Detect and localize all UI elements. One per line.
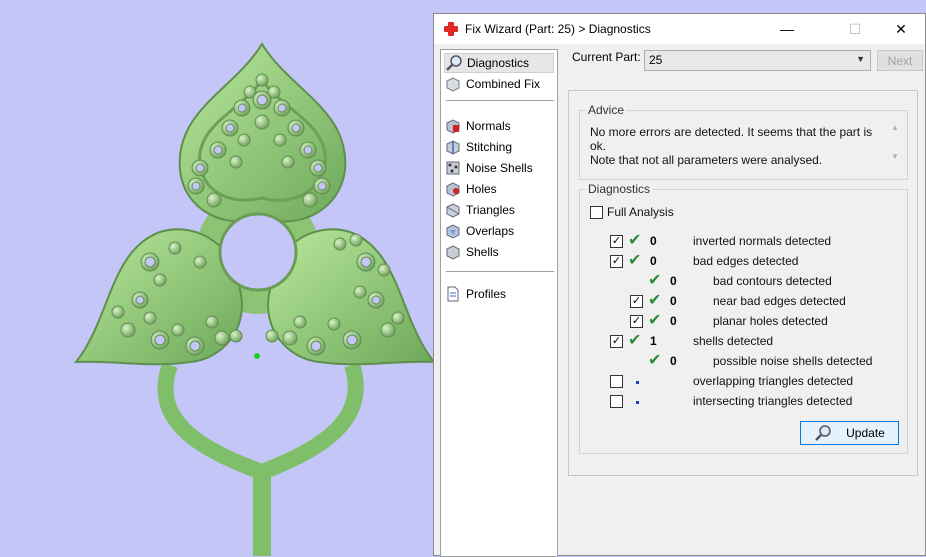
- not-analysed-dot-icon: [636, 401, 639, 404]
- ok-check-icon: ✔: [628, 232, 642, 249]
- noise-shells-icon: [446, 161, 460, 175]
- full-analysis-label: Full Analysis: [607, 205, 674, 219]
- next-label: Next: [887, 53, 913, 68]
- planar-holes-label: planar holes detected: [713, 314, 828, 328]
- title-bar[interactable]: Fix Wizard (Part: 25) > Diagnostics — ☐ …: [434, 14, 925, 44]
- nav-item-triangles[interactable]: Triangles: [444, 200, 554, 220]
- bad-edges-checkbox[interactable]: ✓: [610, 255, 623, 268]
- holes-icon: [446, 182, 460, 197]
- nav-label: Overlaps: [466, 224, 515, 238]
- noise-shells-count: 0: [670, 354, 677, 368]
- update-button[interactable]: Update: [800, 421, 899, 445]
- planar-holes-checkbox[interactable]: ✓: [630, 315, 643, 328]
- ok-check-icon: ✔: [648, 272, 662, 289]
- nav-separator: [446, 271, 554, 272]
- intersecting-triangles-label: intersecting triangles detected: [693, 394, 853, 408]
- ok-check-icon: ✔: [628, 332, 642, 349]
- advice-line-2: Note that not all parameters were analys…: [590, 153, 823, 167]
- nav-label: Diagnostics: [467, 56, 530, 70]
- nav-label: Holes: [466, 182, 497, 196]
- advice-legend: Advice: [586, 103, 627, 117]
- diagnostics-legend: Diagnostics: [586, 182, 653, 196]
- nav-label: Stitching: [466, 140, 513, 154]
- nav-item-overlaps[interactable]: Overlaps: [444, 221, 554, 241]
- update-label: Update: [846, 426, 885, 440]
- stitching-icon: [446, 140, 460, 155]
- shells-checkbox[interactable]: ✓: [610, 335, 623, 348]
- ok-check-icon: ✔: [648, 292, 662, 309]
- nav-item-normals[interactable]: Normals: [444, 116, 554, 136]
- advice-text: No more errors are detected. It seems th…: [590, 125, 880, 167]
- nav-label: Combined Fix: [466, 77, 541, 91]
- minimize-button[interactable]: —: [764, 14, 810, 44]
- diagnostics-group: Diagnostics Full Analysis ✓ ✔ 0 inverted…: [579, 182, 908, 454]
- fix-wizard-dialog: Fix Wizard (Part: 25) > Diagnostics — ☐ …: [433, 13, 926, 557]
- inverted-normals-count: 0: [650, 234, 657, 248]
- shells-icon: [446, 245, 460, 260]
- nav-label: Noise Shells: [466, 161, 533, 175]
- scroll-down-icon[interactable]: ▼: [889, 152, 901, 161]
- advice-line-1: No more errors are detected. It seems th…: [590, 125, 873, 153]
- nav-item-diagnostics[interactable]: Diagnostics: [444, 53, 554, 73]
- intersecting-triangles-checkbox[interactable]: [610, 395, 623, 408]
- full-analysis-checkbox[interactable]: [590, 206, 603, 219]
- ring-model: [73, 42, 434, 556]
- diagnostics-page: Current Part: 25 ▼ Next Advice No more e…: [568, 44, 923, 476]
- ok-check-icon: ✔: [648, 312, 662, 329]
- shells-label: shells detected: [693, 334, 774, 348]
- bad-contours-label: bad contours detected: [713, 274, 832, 288]
- diagnostics-panel: Advice No more errors are detected. It s…: [568, 90, 918, 476]
- nav-label: Shells: [466, 245, 499, 259]
- nav-separator: [446, 100, 554, 101]
- nav-item-profiles[interactable]: Profiles: [444, 284, 554, 304]
- maximize-button[interactable]: ☐: [832, 14, 878, 44]
- nav-item-stitching[interactable]: Stitching: [444, 137, 554, 157]
- bad-edges-count: 0: [650, 254, 657, 268]
- scroll-up-icon[interactable]: ▲: [889, 123, 901, 132]
- current-part-value: 25: [649, 53, 663, 67]
- bad-edges-label: bad edges detected: [693, 254, 799, 268]
- wizard-navigation: Diagnostics Combined Fix Normals Stitchi…: [440, 49, 558, 557]
- inverted-normals-checkbox[interactable]: ✓: [610, 235, 623, 248]
- ok-check-icon: ✔: [648, 352, 662, 369]
- current-part-select[interactable]: 25 ▼: [644, 50, 871, 71]
- shells-count: 1: [650, 334, 657, 348]
- magnifier-icon: [446, 55, 462, 71]
- triangles-icon: [446, 203, 460, 218]
- advice-group: Advice No more errors are detected. It s…: [579, 103, 908, 180]
- magnifier-icon: [815, 425, 831, 441]
- red-cross-icon: [444, 22, 458, 36]
- planar-holes-count: 0: [670, 314, 677, 328]
- not-analysed-dot-icon: [636, 381, 639, 384]
- near-bad-edges-label: near bad edges detected: [713, 294, 846, 308]
- nav-label: Triangles: [466, 203, 515, 217]
- near-bad-edges-count: 0: [670, 294, 677, 308]
- nav-item-holes[interactable]: Holes: [444, 179, 554, 199]
- advice-scrollbar[interactable]: ▲ ▼: [889, 123, 901, 171]
- bad-contours-count: 0: [670, 274, 677, 288]
- near-bad-edges-checkbox[interactable]: ✓: [630, 295, 643, 308]
- nav-item-noise-shells[interactable]: Noise Shells: [444, 158, 554, 178]
- nav-label: Normals: [466, 119, 511, 133]
- overlapping-triangles-label: overlapping triangles detected: [693, 374, 854, 388]
- inverted-normals-label: inverted normals detected: [693, 234, 832, 248]
- normals-icon: [446, 119, 460, 134]
- 3d-viewport[interactable]: [0, 0, 434, 556]
- next-button[interactable]: Next: [877, 50, 923, 71]
- overlaps-icon: [446, 224, 460, 239]
- overlapping-triangles-checkbox[interactable]: [610, 375, 623, 388]
- noise-shells-label: possible noise shells detected: [713, 354, 873, 368]
- current-part-label: Current Part:: [572, 50, 641, 64]
- nav-label: Profiles: [466, 287, 507, 301]
- document-icon: [447, 286, 459, 302]
- nav-item-combined-fix[interactable]: Combined Fix: [444, 74, 554, 94]
- chevron-down-icon: ▼: [856, 54, 865, 64]
- close-button[interactable]: ✕: [878, 14, 924, 44]
- nav-item-shells[interactable]: Shells: [444, 242, 554, 262]
- ok-check-icon: ✔: [628, 252, 642, 269]
- cube-icon: [446, 77, 460, 92]
- window-title: Fix Wizard (Part: 25) > Diagnostics: [465, 22, 651, 36]
